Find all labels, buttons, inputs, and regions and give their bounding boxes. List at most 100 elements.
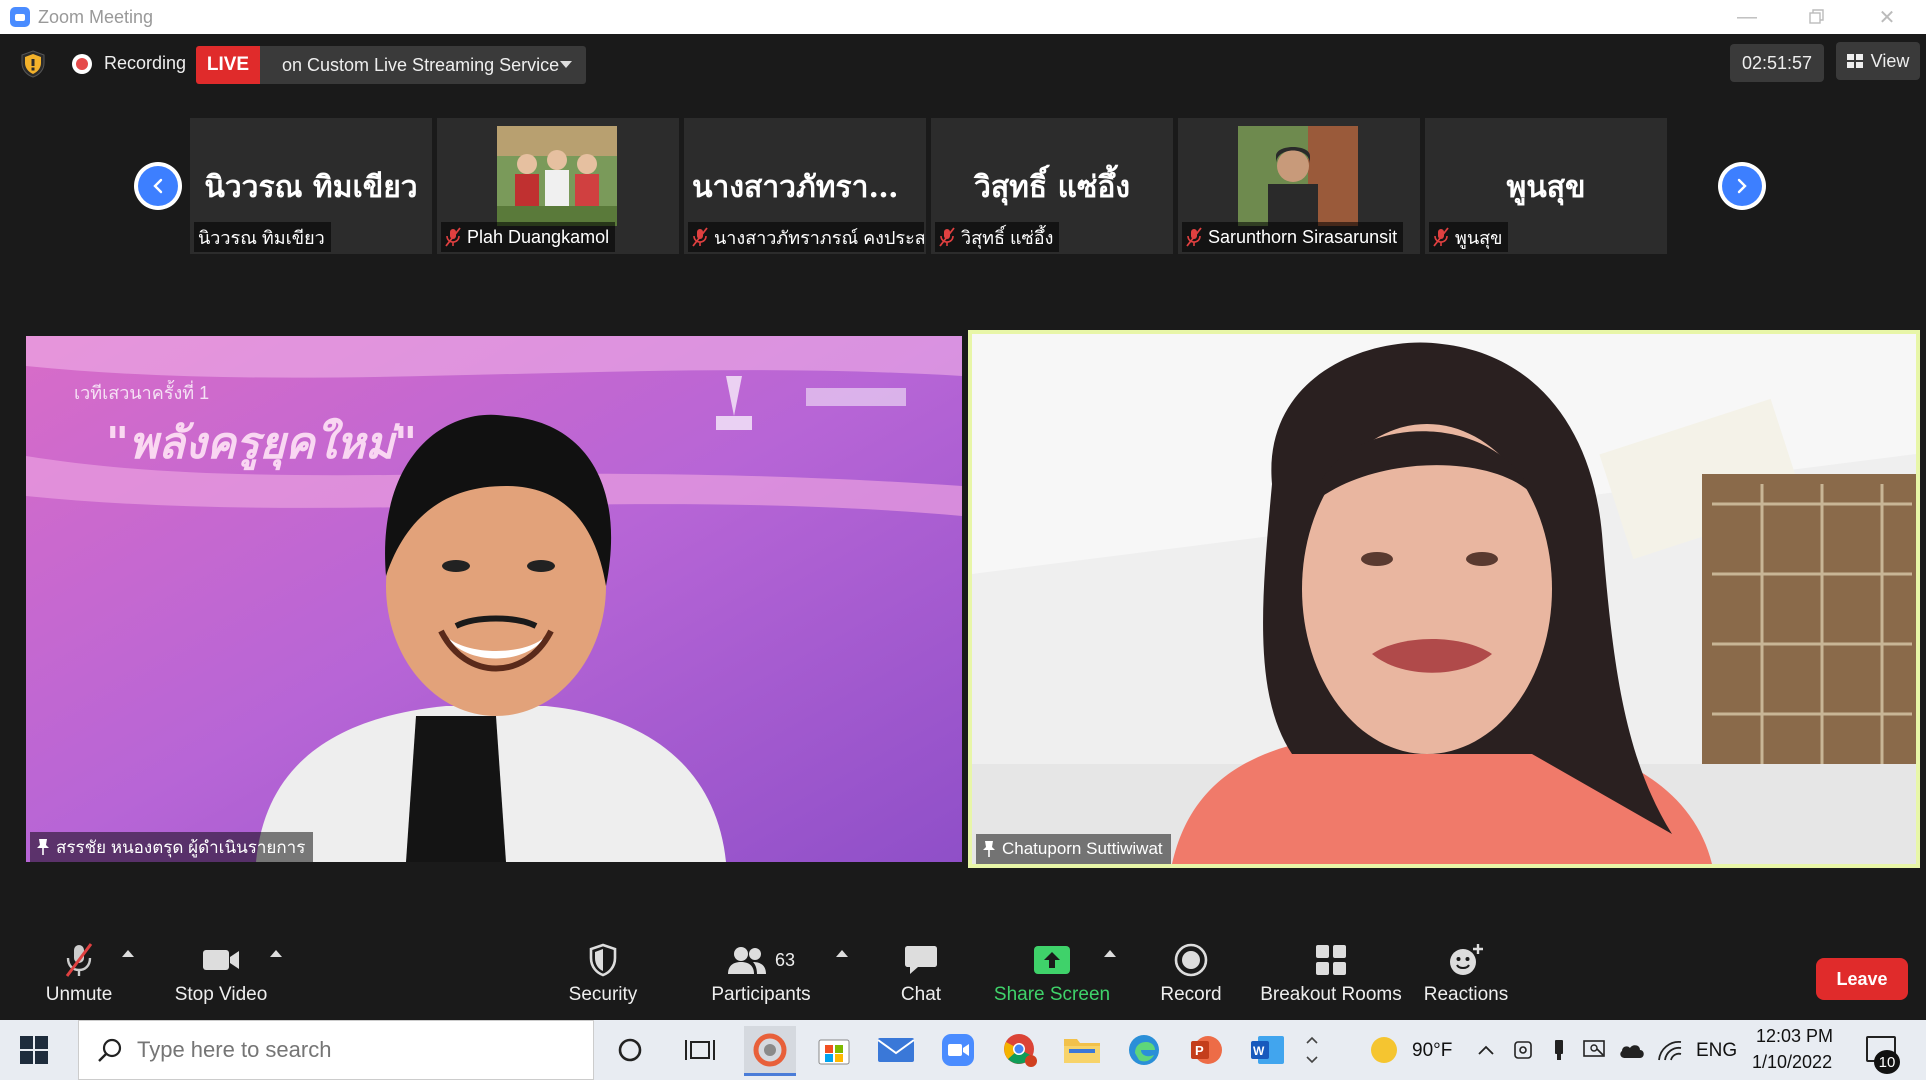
taskbar-app-edge[interactable]	[1124, 1030, 1164, 1070]
previous-page-button[interactable]	[134, 162, 182, 210]
svg-text:W: W	[1253, 1044, 1265, 1058]
weather-widget[interactable]	[1364, 1030, 1404, 1070]
breakout-rooms-button[interactable]: Breakout Rooms	[1256, 942, 1406, 1018]
video-options-caret-icon[interactable]	[270, 950, 282, 957]
participant-thumbnail[interactable]: นิววรณ ทิมเขียว นิววรณ ทิมเขียว	[190, 118, 432, 254]
taskbar-search-input[interactable]	[137, 1037, 557, 1063]
taskbar-app-chrome[interactable]	[1000, 1030, 1040, 1070]
participant-thumbnail[interactable]: พูนสุข พูนสุข	[1425, 118, 1667, 254]
video-name: Chatuporn Suttiwiwat	[1002, 839, 1163, 858]
task-view-icon	[685, 1040, 715, 1060]
sun-weather-icon	[1371, 1037, 1397, 1063]
camera-tray-icon	[1514, 1041, 1532, 1059]
tray-wifi-button[interactable]	[1654, 1030, 1686, 1070]
participant-name-label: Plah Duangkamol	[441, 222, 616, 252]
minimize-button[interactable]: —	[1712, 0, 1782, 34]
taskbar-scroll-button[interactable]	[1300, 1030, 1324, 1070]
share-screen-button[interactable]: Share Screen	[992, 942, 1112, 1018]
windows-taskbar: P W 90°F ENG 12:03 PM 1/10/2022 10	[0, 1020, 1926, 1080]
show-hidden-icons-button[interactable]	[1472, 1030, 1500, 1070]
meeting-top-bar: Recording LIVE on Custom Live Streaming …	[6, 34, 1926, 94]
input-language[interactable]: ENG	[1696, 1040, 1737, 1062]
encryption-shield-icon[interactable]	[20, 50, 46, 78]
taskbar-app-word[interactable]: W	[1248, 1030, 1288, 1070]
participant-big-name: นิววรณ ทิมเขียว	[204, 170, 418, 205]
taskbar-app-wellness[interactable]	[744, 1026, 796, 1076]
cortana-circle-icon	[618, 1038, 642, 1062]
share-screen-icon	[1034, 946, 1070, 974]
recording-label[interactable]: Recording	[104, 53, 186, 74]
tray-usb-button[interactable]	[1544, 1030, 1574, 1070]
powerpoint-icon: P	[1191, 1036, 1222, 1064]
breakout-rooms-icon	[1316, 945, 1346, 975]
usb-drive-icon	[1555, 1040, 1563, 1060]
unmute-button[interactable]: Unmute	[36, 942, 122, 1018]
chat-button[interactable]: Chat	[886, 942, 956, 1018]
participant-thumbnail[interactable]: วิสุทธิ์ แซ่อึ้ง วิสุทธิ์ แซ่อึ้ง	[931, 118, 1173, 254]
taskbar-app-zoom[interactable]	[938, 1030, 978, 1070]
clock-date[interactable]: 1/10/2022	[1752, 1052, 1832, 1073]
security-button[interactable]: Security	[558, 942, 648, 1018]
taskbar-app-store[interactable]	[814, 1030, 854, 1070]
main-video-right-active-speaker[interactable]: Chatuporn Suttiwiwat	[968, 330, 1920, 868]
participant-photo	[1238, 126, 1358, 226]
security-label: Security	[568, 984, 638, 1005]
participants-label: Participants	[711, 984, 811, 1005]
share-options-caret-icon[interactable]	[1104, 950, 1116, 957]
video-name: สรรชัย หนองตรุด ผู้ดำเนินรายการ	[56, 837, 306, 857]
app-logo-icon	[753, 1033, 787, 1066]
video-name-label: สรรชัย หนองตรุด ผู้ดำเนินรายการ	[30, 832, 314, 862]
muted-mic-icon	[939, 227, 955, 247]
taskbar-app-file-explorer[interactable]	[1062, 1030, 1102, 1070]
window-title: Zoom Meeting	[38, 6, 154, 27]
zoom-icon	[942, 1034, 974, 1066]
leave-button[interactable]: Leave	[1816, 958, 1908, 1000]
restore-button[interactable]	[1782, 0, 1852, 34]
wifi-icon	[1658, 1041, 1682, 1061]
clock-time[interactable]: 12:03 PM	[1756, 1026, 1833, 1047]
record-label: Record	[1160, 984, 1222, 1005]
zoom-app-icon	[10, 7, 30, 27]
muted-mic-icon	[692, 227, 708, 247]
chevron-up-icon	[1478, 1045, 1494, 1055]
audio-options-caret-icon[interactable]	[122, 950, 134, 957]
chrome-icon	[1004, 1034, 1037, 1067]
windows-start-button[interactable]	[20, 1036, 48, 1064]
next-page-button[interactable]	[1718, 162, 1766, 210]
participant-name-label: นิววรณ ทิมเขียว	[194, 222, 331, 252]
weather-temperature[interactable]: 90°F	[1412, 1040, 1452, 1062]
chat-bubble-icon	[905, 946, 937, 974]
tray-onedrive-button[interactable]	[1616, 1030, 1648, 1070]
participant-name-label: พูนสุข	[1429, 222, 1509, 252]
participant-big-name: นางสาวภัทราภร...	[692, 170, 926, 205]
taskbar-app-powerpoint[interactable]: P	[1186, 1030, 1226, 1070]
main-video-left[interactable]: เวทีเสวนาครั้งที่ 1 "พลังครูยุคใหม่" สรร…	[26, 336, 962, 862]
word-icon: W	[1251, 1036, 1284, 1064]
participant-thumbnail[interactable]: นางสาวภัทราภร... นางสาวภัทราภรณ์ คงประสม	[684, 118, 926, 254]
cortana-button[interactable]	[610, 1030, 650, 1070]
task-view-button[interactable]	[680, 1030, 720, 1070]
tray-network-settings-button[interactable]	[1580, 1030, 1610, 1070]
participants-button[interactable]: 63 Participants	[706, 942, 816, 1018]
close-button[interactable]: ✕	[1852, 0, 1922, 34]
stop-video-button[interactable]: Stop Video	[166, 942, 276, 1018]
participants-options-caret-icon[interactable]	[836, 950, 848, 957]
participant-thumbnail[interactable]: Sarunthorn Sirasarunsit	[1178, 118, 1420, 254]
taskbar-app-mail[interactable]	[876, 1030, 916, 1070]
meeting-timer: 02:51:57	[1730, 44, 1824, 82]
participant-name: Sarunthorn Sirasarunsit	[1208, 226, 1398, 247]
view-button[interactable]: View	[1836, 42, 1920, 80]
participant-name-label: วิสุทธิ์ แซ่อึ้ง	[935, 222, 1060, 252]
record-button[interactable]: Record	[1146, 942, 1236, 1018]
search-icon	[98, 1038, 122, 1062]
participant-name-label: นางสาวภัทราภรณ์ คงประสม	[688, 222, 924, 252]
reactions-button[interactable]: Reactions	[1416, 942, 1516, 1018]
live-service-dropdown[interactable]: on Custom Live Streaming Service	[260, 46, 586, 84]
taskbar-search-box[interactable]	[78, 1020, 594, 1080]
participant-thumbnail[interactable]: Plah Duangkamol	[437, 118, 679, 254]
participant-name: Plah Duangkamol	[467, 226, 610, 247]
tray-device-icon-button[interactable]	[1508, 1030, 1538, 1070]
chevron-down-icon	[560, 61, 572, 68]
pin-icon	[983, 841, 995, 857]
meeting-area: Recording LIVE on Custom Live Streaming …	[6, 34, 1926, 1020]
